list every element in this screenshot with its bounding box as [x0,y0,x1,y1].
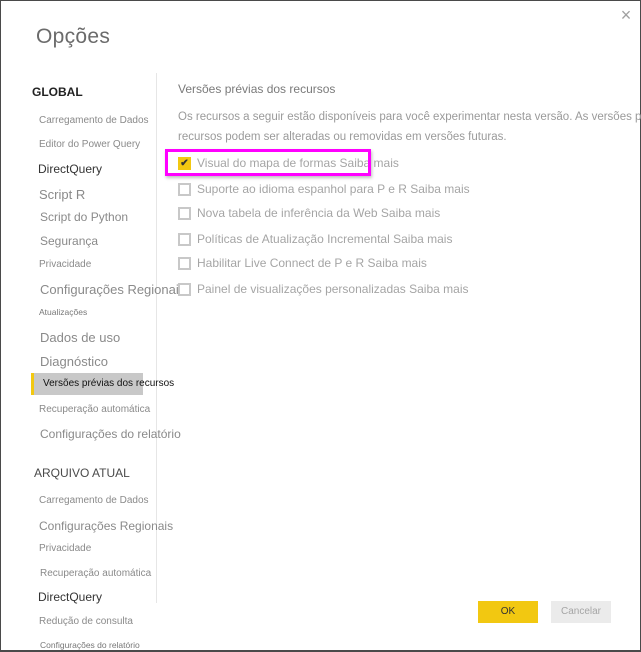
sidebar-item-arquivo-privacidade[interactable]: Privacidade [39,543,91,554]
sidebar-item-carregamento-de-dados[interactable]: Carregamento de Dados [39,115,149,126]
option-label: Habilitar Live Connect de P e R Saiba ma… [197,256,427,270]
sidebar-item-seguranca[interactable]: Segurança [40,234,98,248]
sidebar-item-arquivo-recuperacao-automatica[interactable]: Recuperação automática [40,568,151,579]
cancel-button[interactable]: Cancelar [551,601,611,623]
sidebar-item-arquivo-configuracoes-regionais[interactable]: Configurações Regionais [39,519,173,533]
description-line-2: recursos podem ser alteradas ou removida… [178,131,507,143]
option-label: Painel de visualizações personalizadas S… [197,282,469,296]
description-line-1: Os recursos a seguir estão disponíveis p… [178,111,641,123]
sidebar-item-arquivo-carregamento-de-dados[interactable]: Carregamento de Dados [39,495,149,506]
close-icon[interactable]: × [618,6,634,24]
option-label: Visual do mapa de formas Saiba mais [197,156,399,170]
sidebar-item-arquivo-reducao-de-consulta[interactable]: Redução de consulta [39,616,133,627]
sidebar-item-configuracoes-relatorio[interactable]: Configurações do relatório [40,427,181,441]
option-shape-map-visual[interactable]: ✔ Visual do mapa de formas Saiba mais [178,154,399,172]
sidebar-item-recuperacao-automatica[interactable]: Recuperação automática [39,404,150,415]
checkbox[interactable] [178,256,191,270]
section-heading: Versões prévias dos recursos [178,82,336,96]
option-live-connect-qa[interactable]: Habilitar Live Connect de P e R Saiba ma… [178,254,427,272]
dialog-title: Opções [36,25,111,48]
checkbox[interactable] [178,206,191,220]
option-label: Nova tabela de inferência da Web Saiba m… [197,206,441,220]
sidebar-item-configuracoes-regionais[interactable]: Configurações Regionais [40,282,185,297]
options-dialog: × Opções GLOBAL Carregamento de Dados Ed… [0,0,641,652]
checkbox[interactable] [178,282,191,296]
ok-button[interactable]: OK [478,601,538,623]
option-label: Políticas de Atualização Incremental Sai… [197,232,453,246]
sidebar-item-arquivo-directquery[interactable]: DirectQuery [38,590,102,604]
option-custom-visuals-pane[interactable]: Painel de visualizações personalizadas S… [178,280,469,298]
checkbox[interactable] [178,232,191,246]
sidebar-section-arquivo-atual: ARQUIVO ATUAL [34,466,130,480]
option-web-inference-table[interactable]: Nova tabela de inferência da Web Saiba m… [178,204,440,222]
sidebar-item-dados-de-uso[interactable]: Dados de uso [40,330,120,345]
option-spanish-qa[interactable]: Suporte ao idioma espanhol para P e R Sa… [178,180,470,198]
sidebar-item-privacidade[interactable]: Privacidade [39,259,91,270]
section-description: Os recursos a seguir estão disponíveis p… [178,107,641,147]
sidebar-item-versoes-previas[interactable]: Versões prévias dos recursos [31,373,174,395]
sidebar-section-global: GLOBAL [32,85,83,99]
sidebar-item-script-python[interactable]: Script do Python [40,210,128,224]
sidebar-item-editor-power-query[interactable]: Editor do Power Query [39,139,140,150]
checkmark-icon: ✔ [180,157,189,169]
option-incremental-refresh[interactable]: Políticas de Atualização Incremental Sai… [178,230,452,248]
sidebar-item-script-r[interactable]: Script R [39,187,85,202]
checkbox[interactable] [178,182,191,196]
sidebar-item-directquery[interactable]: DirectQuery [38,162,102,176]
sidebar-item-atualizacoes[interactable]: Atualizações [39,307,87,317]
checkbox-checked[interactable]: ✔ [178,156,191,170]
sidebar-item-arquivo-configuracoes-relatorio[interactable]: Configurações do relatório [40,640,140,650]
option-label: Suporte ao idioma espanhol para P e R Sa… [197,182,470,196]
sidebar-item-diagnostico[interactable]: Diagnóstico [40,354,108,369]
